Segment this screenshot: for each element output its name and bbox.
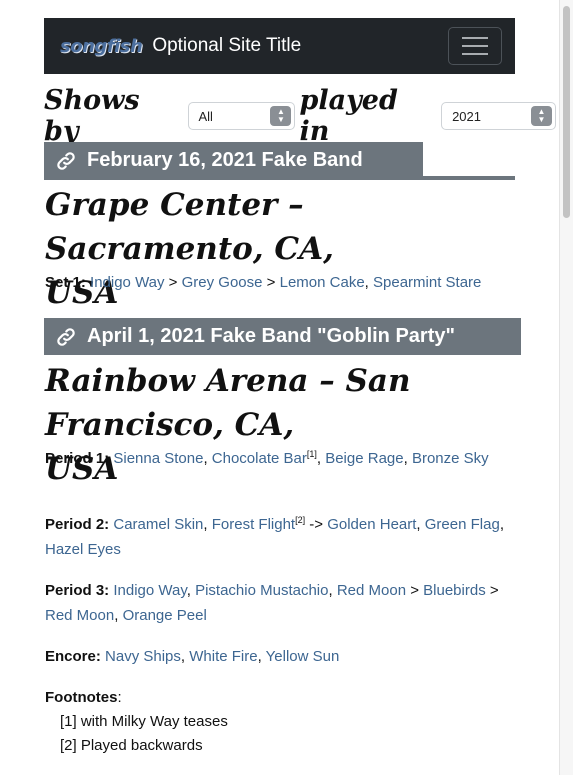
footnote-mark: [2] bbox=[295, 515, 306, 525]
year-select-value: 2021 bbox=[452, 108, 481, 124]
played-in-label: played in bbox=[299, 85, 398, 147]
site-title[interactable]: Optional Site Title bbox=[152, 35, 301, 57]
footnote-mark: [1] bbox=[306, 449, 317, 459]
header-underline bbox=[44, 176, 515, 180]
band-select-value: All bbox=[198, 108, 213, 124]
song-link[interactable]: Pistachio Mustachio bbox=[195, 582, 328, 599]
song-link[interactable]: Orange Peel bbox=[123, 607, 207, 624]
set-line: Period 2: Caramel Skin, Forest Flight[2]… bbox=[45, 515, 504, 559]
show-filter: Shows by All ▲ ▼ played in 2021 ▲ ▼ bbox=[44, 85, 560, 147]
set-line: Encore: Navy Ships, White Fire, Yellow S… bbox=[45, 648, 340, 665]
song-link[interactable]: Bronze Sky bbox=[412, 450, 489, 467]
song-link[interactable]: Bluebirds bbox=[423, 582, 486, 599]
year-select[interactable]: 2021 ▲ ▼ bbox=[441, 102, 557, 130]
venue-title: Rainbow Arena – San Francisco, CA, USA bbox=[45, 363, 411, 487]
set-label: Period 3: bbox=[45, 582, 110, 599]
song-link[interactable]: Green Flag bbox=[425, 516, 500, 533]
song-link[interactable]: Grey Goose bbox=[182, 274, 263, 291]
song-link[interactable]: Caramel Skin bbox=[113, 516, 203, 533]
song-link[interactable]: Hazel Eyes bbox=[45, 541, 121, 558]
set-label: Encore: bbox=[45, 648, 101, 665]
navbar: songfish Optional Site Title bbox=[44, 18, 515, 74]
show-header-text: February 16, 2021 Fake Band bbox=[87, 149, 363, 171]
song-link[interactable]: Forest Flight bbox=[212, 516, 295, 533]
song-link[interactable]: Indigo Way bbox=[90, 274, 164, 291]
footnotes: Footnotes: [1] with Milky Way teases [2]… bbox=[45, 686, 228, 758]
song-link[interactable]: Lemon Cake bbox=[280, 274, 365, 291]
set-label: Period 1: bbox=[45, 450, 110, 467]
footnotes-label: Footnotes bbox=[45, 689, 118, 706]
song-link[interactable]: Spearmint Stare bbox=[373, 274, 481, 291]
footnote-item: [2] Played backwards bbox=[60, 737, 203, 754]
song-link[interactable]: White Fire bbox=[189, 648, 257, 665]
menu-toggle-button[interactable] bbox=[448, 27, 502, 65]
show-header-link[interactable]: April 1, 2021 Fake Band "Goblin Party" bbox=[44, 318, 521, 355]
link-icon bbox=[57, 327, 75, 346]
song-link[interactable]: Golden Heart bbox=[327, 516, 416, 533]
song-link[interactable]: Indigo Way bbox=[113, 582, 186, 599]
select-arrows-icon: ▲ ▼ bbox=[531, 106, 553, 126]
footnote-item: [1] with Milky Way teases bbox=[60, 713, 228, 730]
set-label: Period 2: bbox=[45, 516, 110, 533]
song-link[interactable]: Beige Rage bbox=[325, 450, 403, 467]
set-line: Period 3: Indigo Way, Pistachio Mustachi… bbox=[45, 582, 499, 624]
show-header-text: April 1, 2021 Fake Band "Goblin Party" bbox=[87, 325, 455, 347]
vertical-scrollbar[interactable] bbox=[559, 0, 573, 775]
hamburger-icon bbox=[462, 37, 488, 39]
song-link[interactable]: Navy Ships bbox=[105, 648, 181, 665]
page: songfish Optional Site Title Shows by Al… bbox=[0, 0, 560, 775]
song-link[interactable]: Yellow Sun bbox=[266, 648, 340, 665]
song-link[interactable]: Chocolate Bar bbox=[212, 450, 307, 467]
site-logo[interactable]: songfish bbox=[60, 36, 143, 57]
select-arrows-icon: ▲ ▼ bbox=[270, 106, 292, 126]
shows-by-label: Shows by bbox=[44, 85, 140, 147]
set-line: Period 1: Sienna Stone, Chocolate Bar[1]… bbox=[45, 449, 489, 468]
scrollbar-thumb[interactable] bbox=[563, 6, 570, 218]
show-header-link[interactable]: February 16, 2021 Fake Band bbox=[44, 142, 423, 179]
set-label: Set 1: bbox=[45, 274, 86, 291]
venue-title: Grape Center – Sacramento, CA, USA bbox=[45, 187, 334, 311]
band-select[interactable]: All ▲ ▼ bbox=[187, 102, 296, 130]
song-link[interactable]: Sienna Stone bbox=[113, 450, 203, 467]
song-link[interactable]: Red Moon bbox=[45, 607, 114, 624]
link-icon bbox=[57, 151, 75, 170]
song-link[interactable]: Red Moon bbox=[337, 582, 406, 599]
set-line: Set 1: Indigo Way > Grey Goose > Lemon C… bbox=[45, 274, 482, 291]
